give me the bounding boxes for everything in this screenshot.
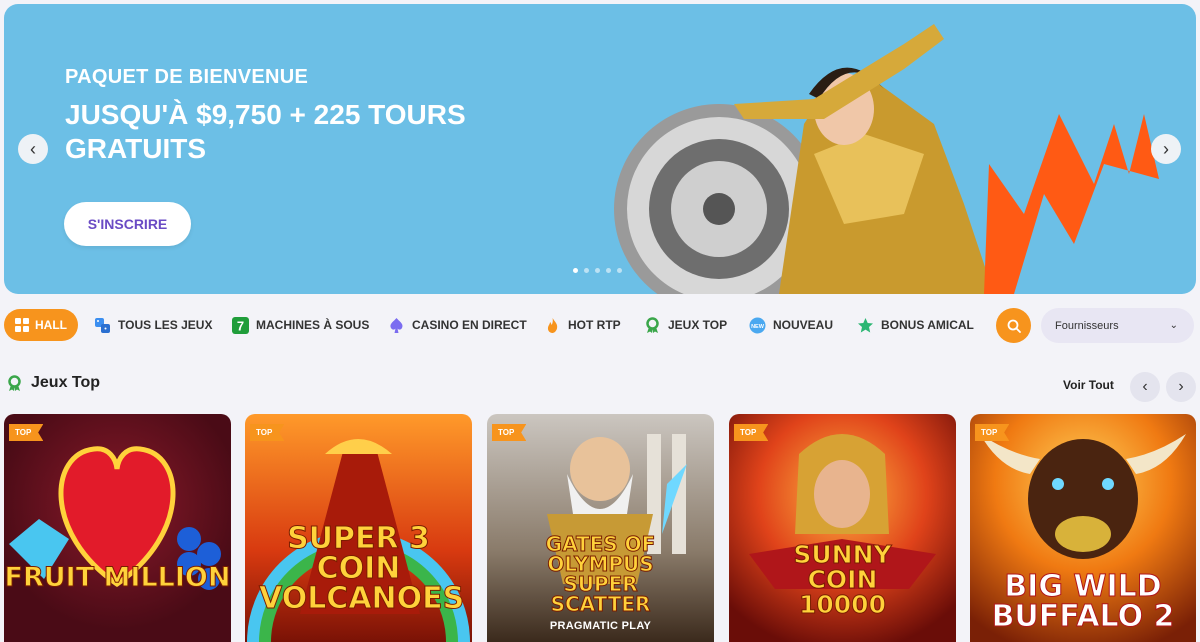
nav-item-label: HOT RTP — [568, 318, 621, 332]
nav-item-slots[interactable]: 7 MACHINES À SOUS — [232, 309, 369, 341]
slide-dot[interactable] — [595, 268, 600, 273]
fire-icon — [547, 317, 558, 333]
nav-item-friend-bonus[interactable]: BONUS AMICAL — [857, 309, 974, 341]
slide-dot[interactable] — [584, 268, 589, 273]
game-card[interactable]: TOP GATES OF OLYMPUS SUPER SCATTER PRAGM… — [487, 414, 714, 642]
game-title: FRUIT MILLION — [4, 562, 231, 593]
carousel-prev-button[interactable]: ‹ — [1130, 372, 1160, 402]
nav-item-top-games[interactable]: JEUX TOP — [644, 309, 727, 341]
carousel-next-button[interactable]: › — [1166, 372, 1196, 402]
game-card[interactable]: TOP BIG WILD BUFFALO 2 — [970, 414, 1196, 642]
game-title: SUNNY COIN 10000 — [793, 540, 892, 619]
grid-icon — [15, 318, 29, 332]
game-title: GATES OF OLYMPUS SUPER SCATTER — [545, 532, 656, 616]
hero-prev-button[interactable]: ‹ — [18, 134, 48, 164]
nav-item-new[interactable]: NEW NOUVEAU — [749, 309, 833, 341]
nav-item-label: MACHINES À SOUS — [256, 318, 370, 332]
nav-item-label: JEUX TOP — [668, 318, 728, 332]
view-all-link[interactable]: Voir Tout — [1063, 378, 1114, 392]
nav-item-label: CASINO EN DIRECT — [412, 318, 527, 332]
svg-text:7: 7 — [237, 318, 244, 333]
signup-button[interactable]: S'INSCRIRE — [64, 202, 191, 246]
game-title: BIG WILD BUFFALO 2 — [991, 569, 1175, 634]
new-badge-icon: NEW — [749, 317, 766, 333]
nav-item-live-casino[interactable]: CASINO EN DIRECT — [388, 309, 527, 341]
search-icon — [1007, 319, 1021, 333]
award-icon — [646, 316, 659, 333]
chevron-left-icon: ‹ — [1142, 378, 1148, 395]
game-card[interactable]: TOP SUNNY COIN 10000 — [729, 414, 956, 642]
svg-text:NEW: NEW — [751, 324, 765, 330]
chevron-right-icon: › — [1178, 378, 1184, 395]
nav-item-all-games[interactable]: TOUS LES JEUX — [94, 309, 212, 341]
game-title: SUPER 3 COIN VOLCANOES — [259, 521, 465, 616]
dice-icon — [95, 317, 110, 333]
chevron-left-icon: ‹ — [30, 139, 36, 159]
slide-dot[interactable] — [617, 268, 622, 273]
providers-dropdown-label: Fournisseurs — [1055, 319, 1119, 332]
nav-item-label: NOUVEAU — [773, 318, 834, 332]
category-nav: HALL TOUS LES JEUX 7 MACHINES À SOUS CAS… — [0, 306, 1200, 344]
slide-dot[interactable] — [573, 268, 578, 273]
hero-headline: JUSQU'À $9,750 + 225 TOURS GRATUITS — [65, 99, 466, 164]
section-title: Jeux Top — [31, 374, 101, 391]
hero-banner: PAQUET DE BIENVENUE JUSQU'À $9,750 + 225… — [4, 4, 1196, 294]
chevron-right-icon: › — [1163, 139, 1169, 159]
nav-item-hall[interactable]: HALL — [4, 309, 78, 341]
hero-artwork — [614, 24, 1159, 294]
seven-icon: 7 — [232, 316, 249, 334]
nav-item-label: HALL — [35, 318, 67, 332]
chevron-down-icon: ⌄ — [1169, 320, 1178, 331]
section-header: Jeux Top — [6, 374, 100, 392]
game-card[interactable]: TOP FRUIT MILLION — [4, 414, 231, 642]
hero-subtitle: PAQUET DE BIENVENUE — [65, 66, 309, 88]
search-button[interactable] — [996, 308, 1031, 343]
slide-dot[interactable] — [606, 268, 611, 273]
nav-item-hot-rtp[interactable]: HOT RTP — [544, 309, 621, 341]
game-thumbnail — [9, 446, 221, 590]
hero-pagination-dots — [573, 268, 622, 273]
nav-item-label: BONUS AMICAL — [881, 318, 974, 332]
award-icon — [8, 374, 21, 391]
nav-item-label: TOUS LES JEUX — [118, 318, 213, 332]
providers-dropdown[interactable]: Fournisseurs ⌄ — [1041, 308, 1194, 343]
game-provider: PRAGMATIC PLAY — [549, 620, 652, 632]
game-card[interactable]: TOP SUPER 3 COIN VOLCANOES — [245, 414, 472, 642]
spade-icon — [390, 317, 403, 333]
star-icon — [858, 317, 873, 332]
hero-next-button[interactable]: › — [1151, 134, 1181, 164]
top-badge: TOP — [250, 424, 285, 441]
